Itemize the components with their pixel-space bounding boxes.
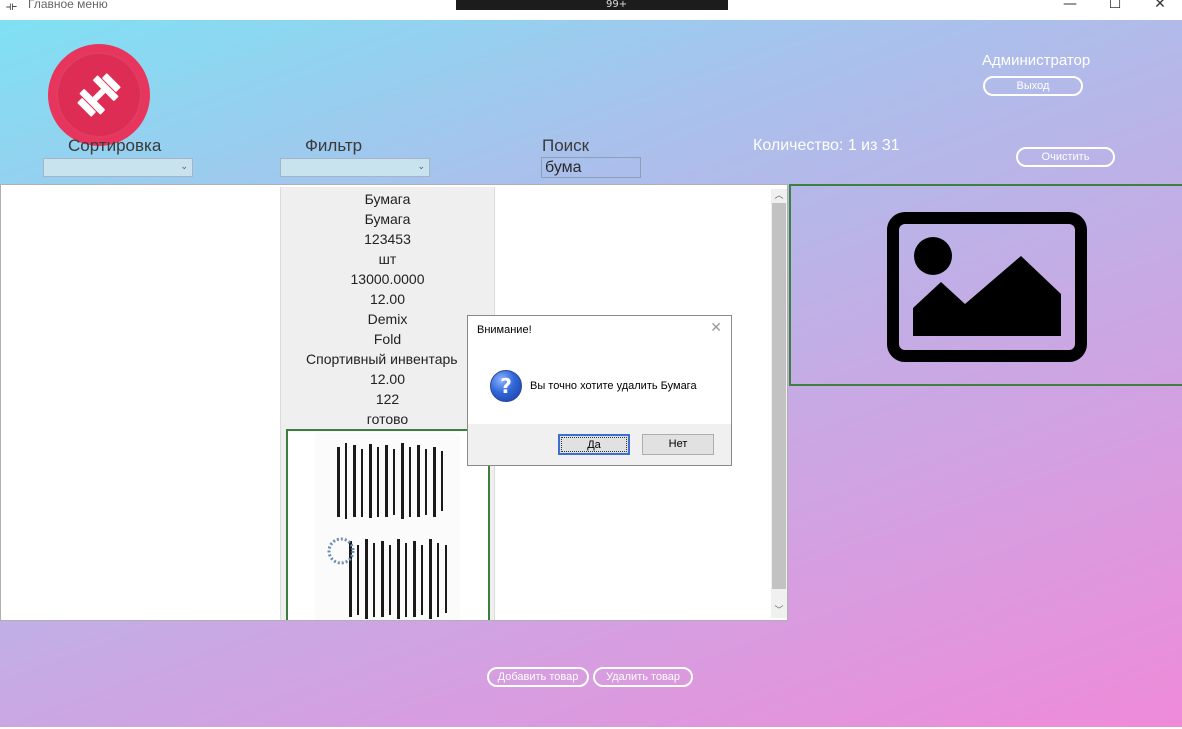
product-supplier: Fold xyxy=(373,331,402,347)
title-bar: ⟛ Главное меню 99+ — ☐ ✕ xyxy=(0,0,1182,20)
product-discount: 12.00 xyxy=(369,291,406,307)
chevron-down-icon: ⌄ xyxy=(180,162,188,172)
list-scrollbar[interactable]: ︿ ﹀ xyxy=(771,189,787,618)
dialog-title: Внимание! xyxy=(477,324,532,336)
chevron-down-icon: ⌄ xyxy=(417,162,425,172)
search-input[interactable]: бума xyxy=(541,157,641,178)
clear-button[interactable]: Очистить xyxy=(1016,147,1115,167)
product-stock: 122 xyxy=(375,391,400,407)
product-card[interactable]: Бумага Бумага 123453 шт 13000.0000 12.00… xyxy=(280,187,495,620)
no-button[interactable]: Нет xyxy=(642,434,714,455)
dumbbell-icon: ⟛ xyxy=(6,0,17,13)
image-placeholder-icon xyxy=(887,212,1087,362)
paper-photo xyxy=(315,433,460,620)
product-max-discount: 12.00 xyxy=(369,371,406,387)
dialog-footer: Да Нет xyxy=(468,424,731,465)
product-name: Бумага xyxy=(364,191,411,207)
product-type: Бумага xyxy=(364,211,411,227)
chevron-up-icon[interactable]: ︿ xyxy=(771,189,787,203)
add-product-button[interactable]: Добавить товар xyxy=(487,667,589,687)
sort-select[interactable]: ⌄ xyxy=(43,158,193,177)
logout-button[interactable]: Выход xyxy=(983,76,1083,96)
yes-button[interactable]: Да xyxy=(558,434,630,455)
confirm-dialog: Внимание! ✕ ? Вы точно хотите удалить Бу… xyxy=(467,315,732,466)
delete-product-button[interactable]: Удалить товар xyxy=(593,667,693,687)
chevron-down-icon[interactable]: ﹀ xyxy=(771,604,787,618)
item-count: Количество: 1 из 31 xyxy=(753,137,900,154)
dialog-message: Вы точно хотите удалить Бумага xyxy=(530,380,697,392)
question-icon: ? xyxy=(490,370,522,402)
dumbbell-logo-icon xyxy=(77,73,121,117)
product-image xyxy=(286,429,490,620)
close-icon[interactable]: ✕ xyxy=(710,320,722,336)
filter-select[interactable]: ⌄ xyxy=(280,158,430,177)
search-label: Поиск xyxy=(542,136,590,155)
product-manufacturer: Demix xyxy=(367,311,408,327)
user-role: Администратор xyxy=(982,52,1091,69)
window-title: Главное меню xyxy=(28,0,108,11)
filter-label: Фильтр xyxy=(305,136,363,155)
scroll-thumb[interactable] xyxy=(772,203,786,589)
product-unit: шт xyxy=(378,251,397,267)
maximize-button[interactable]: ☐ xyxy=(1095,0,1135,16)
overlay-badge: 99+ xyxy=(606,0,628,10)
product-price: 13000.0000 xyxy=(350,271,425,287)
minimize-button[interactable]: — xyxy=(1050,0,1090,16)
overlay-toolbar: 99+ xyxy=(456,0,728,10)
close-window-button[interactable]: ✕ xyxy=(1140,0,1180,16)
sort-label: Сортировка xyxy=(68,136,162,155)
logo xyxy=(48,44,150,146)
image-preview xyxy=(789,184,1182,386)
product-status: готово xyxy=(366,411,409,427)
product-article: 123453 xyxy=(364,231,411,247)
